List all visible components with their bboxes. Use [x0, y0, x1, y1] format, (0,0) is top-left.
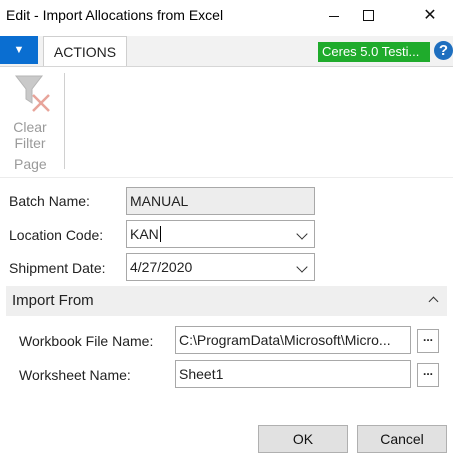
maximize-icon[interactable]: [345, 0, 391, 32]
import-from-section-header[interactable]: Import From: [6, 286, 447, 316]
worksheet-browse-button[interactable]: ...: [417, 363, 439, 387]
workbook-file-name-field[interactable]: C:\ProgramData\Microsoft\Micro...: [175, 326, 411, 354]
location-code-field[interactable]: KAN: [126, 220, 315, 248]
company-badge: Ceres 5.0 Testi...: [318, 42, 430, 62]
ribbon-content: Clear Filter Page: [0, 67, 453, 178]
chevron-down-icon[interactable]: [296, 261, 308, 273]
chevron-down-icon[interactable]: [296, 228, 308, 240]
clear-filter-label-2: Filter: [14, 135, 46, 151]
app-menu-button[interactable]: ▼: [0, 36, 38, 64]
clear-filter-button[interactable]: Clear Filter: [6, 71, 54, 151]
batch-name-value: MANUAL: [130, 193, 189, 209]
location-code-value: KAN: [130, 226, 159, 242]
clear-filter-label-1: Clear: [13, 119, 47, 135]
workbook-file-name-label: Workbook File Name:: [19, 333, 154, 349]
ribbon-group-label: Page: [14, 156, 47, 172]
title-bar: Edit - Import Allocations from Excel ✕: [0, 0, 453, 32]
workbook-file-name-value: C:\ProgramData\Microsoft\Micro...: [179, 332, 391, 348]
chevron-up-icon[interactable]: [428, 296, 439, 307]
batch-name-label: Batch Name:: [9, 193, 90, 209]
workbook-browse-button[interactable]: ...: [417, 329, 439, 353]
ok-button[interactable]: OK: [258, 425, 348, 453]
worksheet-name-value: Sheet1: [179, 366, 224, 382]
cancel-button[interactable]: Cancel: [357, 425, 447, 453]
close-icon[interactable]: ✕: [407, 0, 453, 32]
section-title: Import From: [12, 292, 94, 309]
help-icon[interactable]: ?: [434, 41, 453, 60]
tab-actions[interactable]: ACTIONS: [43, 36, 127, 66]
shipment-date-value: 4/27/2020: [130, 259, 193, 275]
window-title: Edit - Import Allocations from Excel: [6, 7, 224, 23]
shipment-date-field[interactable]: 4/27/2020: [126, 253, 315, 281]
text-caret: [159, 226, 161, 242]
shipment-date-label: Shipment Date:: [9, 260, 106, 276]
worksheet-name-field[interactable]: Sheet1: [175, 360, 411, 388]
ribbon-group-divider: [64, 73, 65, 169]
clear-filter-icon: [13, 73, 50, 112]
location-code-label: Location Code:: [9, 227, 104, 243]
batch-name-field: MANUAL: [126, 187, 315, 215]
worksheet-name-label: Worksheet Name:: [19, 367, 131, 383]
